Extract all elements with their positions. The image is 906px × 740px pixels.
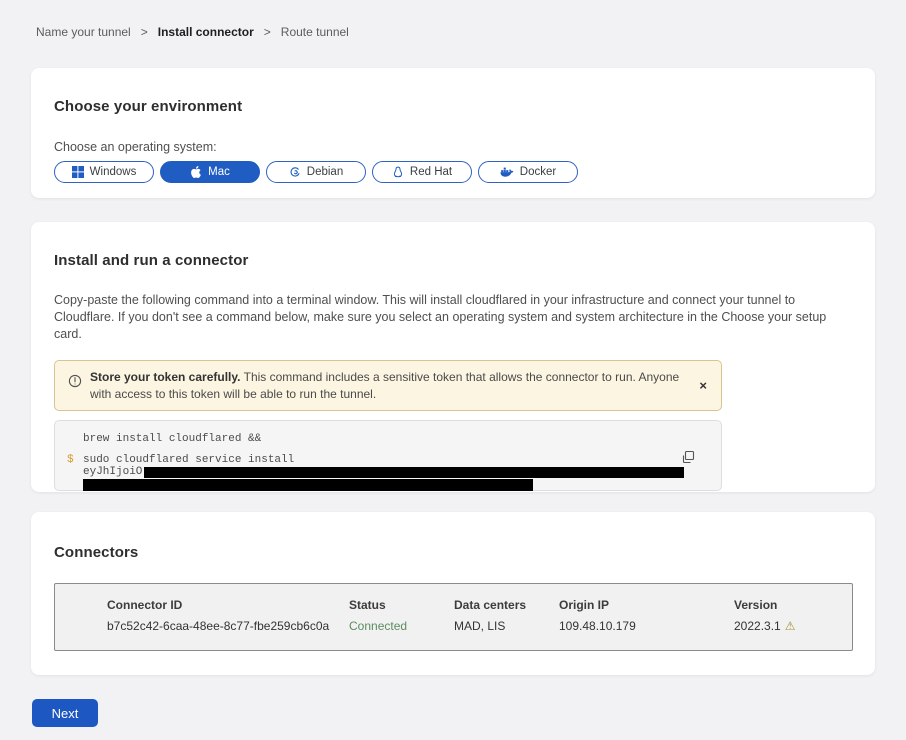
next-button[interactable]: Next [32,699,98,727]
version-value: 2022.3.1 [734,619,781,633]
column-header-status: Status [349,598,454,612]
debian-logo-icon [289,166,301,178]
install-connector-card: Install and run a connector Copy-paste t… [31,222,875,492]
os-button-label: Windows [90,166,137,178]
os-button-label: Docker [520,166,556,178]
os-button-redhat[interactable]: Red Hat [372,161,472,183]
code-command-row: $ sudo cloudflared service install eyJhI… [67,454,705,491]
apple-logo-icon [190,166,202,178]
version-cell: 2022.3.1 ⚠ [734,619,852,633]
column-header-data-centers: Data centers [454,598,559,612]
windows-logo-icon [72,166,84,178]
environment-card-title: Choose your environment [54,98,852,115]
breadcrumb-step-install-connector[interactable]: Install connector [158,25,254,39]
data-centers-value: MAD, LIS [454,619,559,633]
token-line: eyJhIjoiO [83,467,705,478]
redhat-tux-icon [392,166,404,178]
os-button-mac[interactable]: Mac [160,161,260,183]
connector-id-value: b7c52c42-6caa-48ee-8c77-fbe259cb6c0a [107,619,349,633]
token-redaction-bar-1 [144,467,684,478]
os-button-group: Windows Mac Debian Red Hat Docker [54,161,852,183]
breadcrumb-step-name-your-tunnel[interactable]: Name your tunnel [36,25,131,39]
docker-whale-icon [500,166,514,178]
connectors-card: Connectors Connector ID Status Data cent… [31,512,875,675]
code-line-brew: brew install cloudflared && [67,433,705,445]
os-button-windows[interactable]: Windows [54,161,154,183]
os-select-label: Choose an operating system: [54,140,852,154]
version-warning-icon: ⚠ [785,619,796,633]
os-button-label: Debian [307,166,343,178]
os-button-docker[interactable]: Docker [478,161,578,183]
token-redaction-bar-2 [83,479,533,491]
connectors-table: Connector ID Status Data centers Origin … [54,583,853,651]
connectors-card-title: Connectors [54,544,852,561]
warning-text: Store your token carefully. This command… [90,369,689,402]
os-button-label: Mac [208,166,230,178]
os-button-label: Red Hat [410,166,452,178]
column-header-connector-id: Connector ID [107,598,349,612]
install-card-description: Copy-paste the following command into a … [54,292,852,343]
os-button-debian[interactable]: Debian [266,161,366,183]
choose-environment-card: Choose your environment Choose an operat… [31,68,875,198]
token-warning-banner: Store your token carefully. This command… [54,360,722,411]
code-line-sudo: sudo cloudflared service install [83,454,705,467]
table-row: b7c52c42-6caa-48ee-8c77-fbe259cb6c0a Con… [107,619,852,633]
origin-ip-value: 109.48.10.179 [559,619,734,633]
breadcrumb-separator: > [264,25,271,39]
code-command-body: sudo cloudflared service install eyJhIjo… [83,454,705,491]
warning-title: Store your token carefully. [90,370,241,384]
info-circle-icon [68,374,82,402]
token-prefix: eyJhIjoiO [83,467,142,478]
shell-prompt: $ [67,454,83,491]
install-command-codeblock: brew install cloudflared && $ sudo cloud… [54,420,722,491]
copy-icon[interactable] [679,448,697,469]
breadcrumb-separator: > [141,25,148,39]
close-icon[interactable]: × [697,379,709,392]
column-header-origin-ip: Origin IP [559,598,734,612]
column-header-version: Version [734,598,852,612]
breadcrumb-step-route-tunnel[interactable]: Route tunnel [281,25,349,39]
connectors-table-header: Connector ID Status Data centers Origin … [107,598,852,612]
breadcrumb: Name your tunnel > Install connector > R… [0,0,906,39]
install-card-title: Install and run a connector [54,252,852,269]
status-badge: Connected [349,619,454,633]
